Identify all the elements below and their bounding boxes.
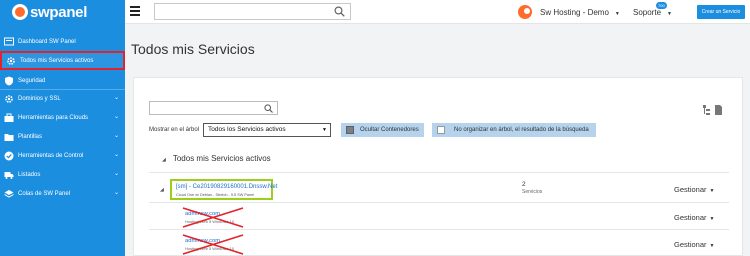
caret-down-icon: ▼ xyxy=(709,188,715,194)
sidebar-item-label: Todos mis Servicios activos xyxy=(20,57,94,64)
layers-icon xyxy=(4,189,14,199)
service-name-link[interactable]: [sm] - Ce20190829160001.Dnssw.Net xyxy=(176,184,277,190)
divider xyxy=(149,172,729,173)
child-service-row[interactable]: adminsw.com Hosting Web 5 Windows 10 Ges… xyxy=(134,234,744,256)
caret-down-icon: ▼ xyxy=(322,127,327,133)
chevron-down-icon: ⌄ xyxy=(113,133,119,139)
redaction-cross-icon xyxy=(182,234,244,255)
chevron-down-icon: ⌄ xyxy=(113,95,119,101)
sidebar-item-domains[interactable]: Dominios y SSL ⌄ xyxy=(0,89,125,108)
caret-down-icon: ▼ xyxy=(709,243,715,249)
account-menu[interactable]: Sw Hosting - Demo ▼ xyxy=(540,8,620,17)
service-count-label: Servicios xyxy=(522,189,543,195)
chevron-down-icon: ⌄ xyxy=(113,114,119,120)
sidebar-item-label: Plantillas xyxy=(18,133,43,140)
support-menu[interactable]: Soporte ▼ xyxy=(633,8,672,17)
redaction-cross-icon xyxy=(182,207,244,228)
brand-logo[interactable]: swpanel xyxy=(12,3,87,21)
create-service-button[interactable]: Crear un Servicio xyxy=(697,5,745,19)
service-subtitle: Cloud One w/ Debian - Stretch - 9.5 SW P… xyxy=(176,193,255,197)
sidebar: swpanel Dashboard SW Panel Todos mis Ser… xyxy=(0,0,125,256)
sidebar-item-label: Listados xyxy=(18,171,41,178)
sidebar-item-label: Colas de SW Panel xyxy=(18,190,71,197)
sidebar-item-label: Herramientas de Control xyxy=(18,152,84,159)
document-icon[interactable] xyxy=(715,105,722,115)
sidebar-item-queues[interactable]: Colas de SW Panel ⌄ xyxy=(0,184,125,203)
collapse-triangle-icon[interactable]: ◢ xyxy=(160,187,164,193)
caret-down-icon: ▼ xyxy=(667,11,672,17)
brand-name: swpanel xyxy=(30,3,88,21)
sidebar-item-label: Dashboard SW Panel xyxy=(18,38,76,45)
sidebar-item-label: Seguridad xyxy=(18,77,46,84)
view-icons xyxy=(703,105,722,115)
page-title: Todos mis Servicios xyxy=(131,41,255,57)
chevron-down-icon: ⌄ xyxy=(113,152,119,158)
divider xyxy=(149,202,729,203)
manage-label: Gestionar xyxy=(674,213,707,222)
service-highlight: [sm] - Ce20190829160001.Dnssw.Net Cloud … xyxy=(170,179,277,200)
folder-icon xyxy=(4,132,14,142)
truck-icon xyxy=(4,170,14,180)
chevron-down-icon: ⌄ xyxy=(113,171,119,177)
account-avatar[interactable] xyxy=(518,5,532,19)
hide-containers-toggle[interactable]: Ocultar Contenedores xyxy=(341,123,424,137)
manage-label: Gestionar xyxy=(674,240,707,249)
sidebar-item-all-services[interactable]: Todos mis Servicios activos xyxy=(0,51,125,70)
support-label: Soporte xyxy=(633,8,662,17)
briefcase-icon xyxy=(4,113,14,123)
section-title[interactable]: ◢ Todos mis Servicios activos xyxy=(162,154,271,163)
collapse-triangle-icon: ◢ xyxy=(162,157,166,163)
support-badge: 700 xyxy=(656,2,667,9)
show-in-tree-label: Mostrar en el árbol xyxy=(149,127,200,133)
filter-input[interactable] xyxy=(149,101,278,115)
sidebar-item-label: Dominios y SSL xyxy=(18,95,61,102)
tree-view-icon[interactable] xyxy=(703,105,710,115)
no-tree-label: No organizar en árbol, el resultado de l… xyxy=(454,127,589,133)
topbar: Sw Hosting - Demo ▼ Soporte ▼ 700 Crear un… xyxy=(125,0,750,24)
menu-toggle-icon[interactable] xyxy=(130,6,140,16)
caret-down-icon: ▼ xyxy=(614,11,620,17)
checkbox[interactable] xyxy=(346,126,354,134)
sidebar-item-templates[interactable]: Plantillas ⌄ xyxy=(0,127,125,146)
manage-menu[interactable]: Gestionar ▼ xyxy=(674,240,714,249)
sidebar-item-security[interactable]: Seguridad xyxy=(0,71,125,90)
no-tree-toggle[interactable]: No organizar en árbol, el resultado de l… xyxy=(432,123,596,137)
check-circle-icon xyxy=(4,151,14,161)
shield-icon xyxy=(4,76,14,86)
gear-icon xyxy=(6,56,16,66)
checkbox[interactable] xyxy=(437,126,445,134)
divider xyxy=(149,229,729,230)
sidebar-item-listings[interactable]: Listados ⌄ xyxy=(0,165,125,184)
search-icon[interactable] xyxy=(264,104,273,113)
sidebar-item-cloud-tools[interactable]: Herramientas para Clouds ⌄ xyxy=(0,108,125,127)
tree-filter-select[interactable]: Todos los Servicios activos ▼ xyxy=(203,123,331,137)
swpanel-logo-icon xyxy=(12,4,28,20)
sidebar-item-control-tools[interactable]: Herramientas de Control ⌄ xyxy=(0,146,125,165)
section-title-text: Todos mis Servicios activos xyxy=(172,154,271,163)
sidebar-item-dashboard[interactable]: Dashboard SW Panel xyxy=(0,32,125,51)
manage-menu[interactable]: Gestionar ▼ xyxy=(674,213,714,222)
hide-containers-label: Ocultar Contenedores xyxy=(360,127,419,133)
caret-down-icon: ▼ xyxy=(709,216,715,222)
search-icon[interactable] xyxy=(334,6,345,17)
gear-icon xyxy=(4,94,14,104)
service-count: 2 xyxy=(522,181,526,188)
manage-label: Gestionar xyxy=(674,185,707,194)
account-name: Sw Hosting - Demo xyxy=(540,8,609,17)
manage-menu[interactable]: Gestionar ▼ xyxy=(674,185,714,194)
chevron-down-icon: ⌄ xyxy=(113,190,119,196)
dashboard-icon xyxy=(4,37,14,47)
search-input[interactable] xyxy=(154,3,351,20)
sidebar-item-label: Herramientas para Clouds xyxy=(18,114,89,121)
services-panel: Mostrar en el árbol Todos los Servicios … xyxy=(133,77,743,256)
select-value: Todos los Servicios activos xyxy=(208,126,286,133)
